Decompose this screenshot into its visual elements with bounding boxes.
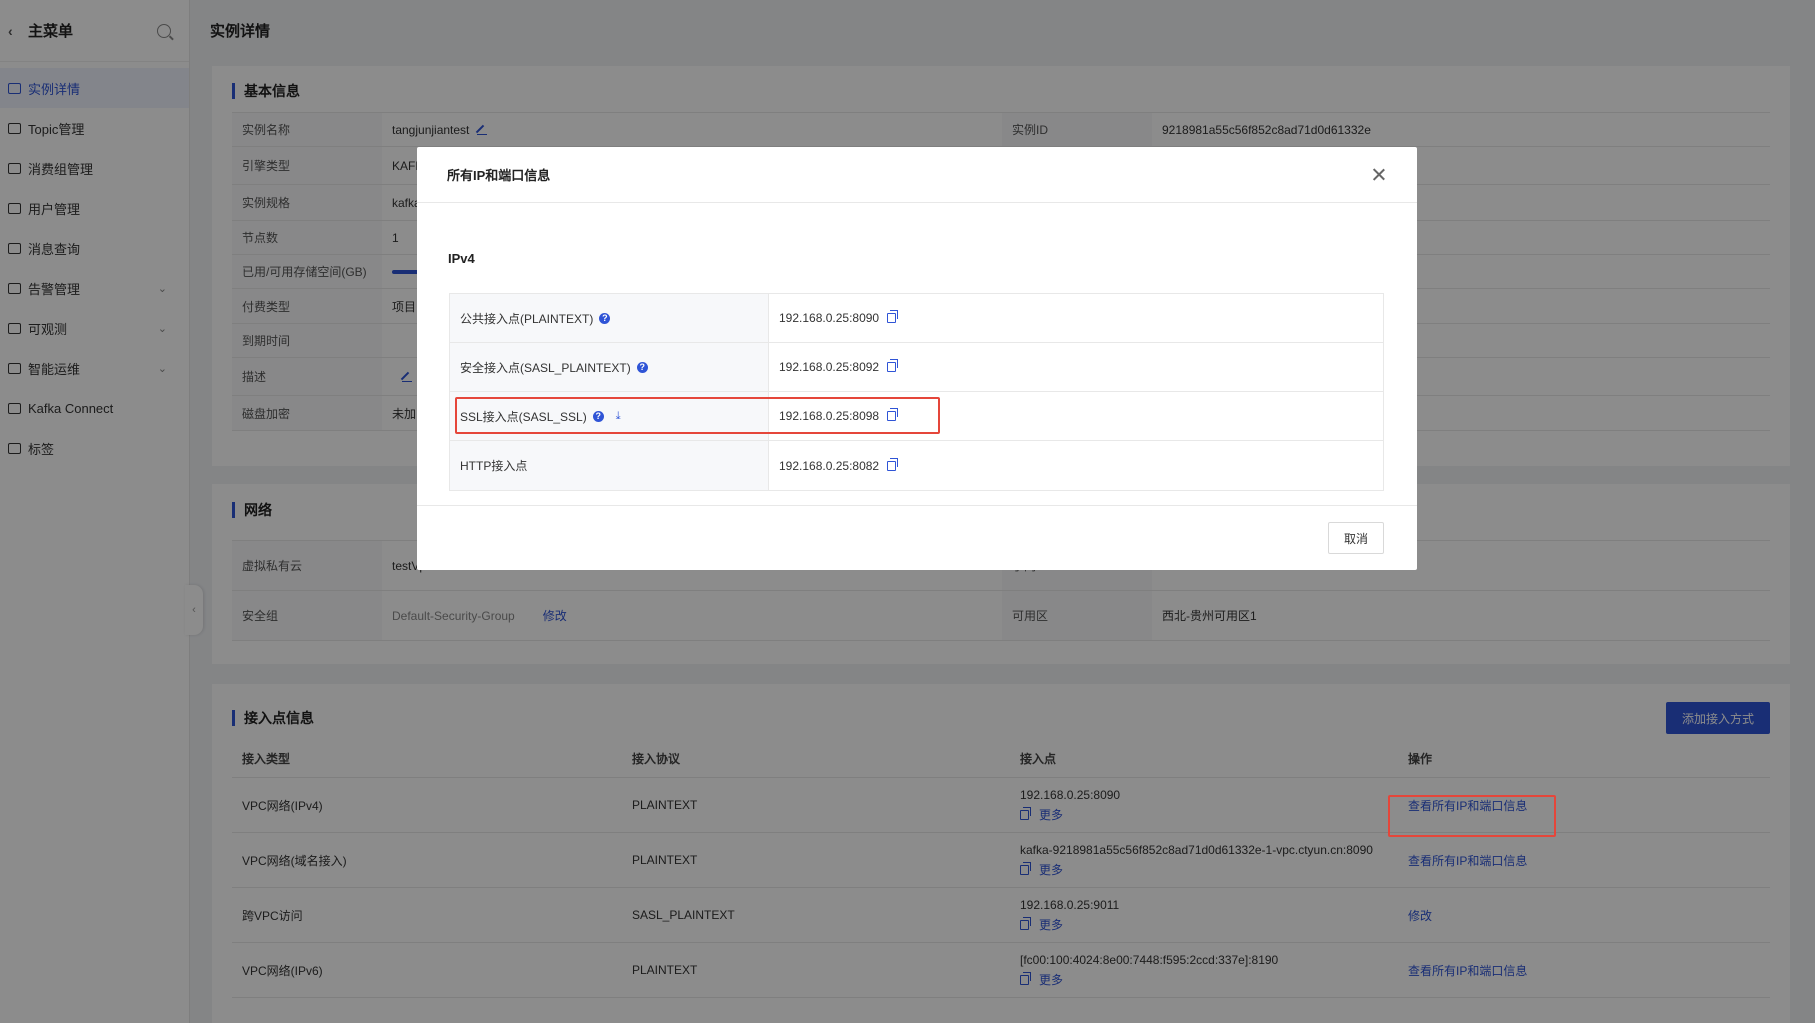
copy-icon[interactable] [887,359,899,372]
copy-icon[interactable] [887,457,899,471]
ip-port-modal: 所有IP和端口信息 IPv4 公共接入点(PLAINTEXT)? 192.168… [417,147,1417,570]
table-row: 公共接入点(PLAINTEXT)? 192.168.0.25:8090 [450,294,1383,343]
endpoint-label: HTTP接入点 [460,459,528,473]
modal-section-title: IPv4 [448,251,475,266]
field-value: 192.168.0.25:8090 [769,294,1383,342]
endpoint-value: 192.168.0.25:8092 [779,360,880,374]
ip-port-table: 公共接入点(PLAINTEXT)? 192.168.0.25:8090 安全接入… [449,293,1384,491]
highlight-box [455,397,940,434]
modal-title: 所有IP和端口信息 [447,168,551,183]
endpoint-label: 安全接入点(SASL_PLAINTEXT) [460,360,631,375]
copy-icon[interactable] [887,310,899,323]
field-label: 公共接入点(PLAINTEXT)? [450,294,769,342]
highlight-box [1388,795,1556,837]
field-value: 192.168.0.25:8082 [769,441,1383,490]
field-value: 192.168.0.25:8092 [769,343,1383,391]
field-label: 安全接入点(SASL_PLAINTEXT)? [450,343,769,391]
endpoint-value: 192.168.0.25:8090 [779,311,880,325]
modal-header: 所有IP和端口信息 [417,147,1417,203]
help-icon[interactable]: ? [636,361,648,373]
endpoint-label: 公共接入点(PLAINTEXT) [460,311,594,326]
modal-footer: 取消 [417,505,1417,570]
endpoint-value: 192.168.0.25:8082 [779,458,880,473]
cancel-button[interactable]: 取消 [1328,522,1384,554]
help-icon[interactable]: ? [599,312,611,324]
close-icon[interactable] [1371,167,1387,183]
field-label: HTTP接入点 [450,441,769,490]
table-row: HTTP接入点 192.168.0.25:8082 [450,441,1383,490]
table-row: 安全接入点(SASL_PLAINTEXT)? 192.168.0.25:8092 [450,343,1383,392]
